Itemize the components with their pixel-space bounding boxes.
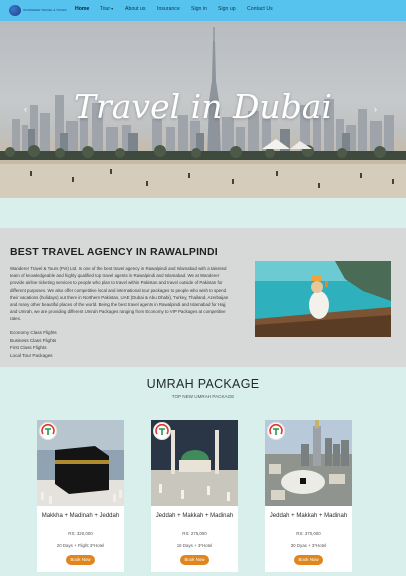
- package-duration: 20 Days + Flight 3*Hotel: [56, 543, 105, 548]
- hero-carousel: Travel in Dubai ‹ ›: [0, 21, 406, 198]
- brand-badge-icon: [153, 422, 171, 440]
- nav-tour-dropdown[interactable]: Tour▾: [100, 6, 113, 12]
- brand-logo[interactable]: WANDERER TRAVEL & TOURS: [9, 5, 67, 16]
- book-now-button[interactable]: Book Now: [294, 555, 323, 565]
- boat-traveler-photo: [255, 261, 391, 337]
- book-now-button[interactable]: Book Now: [66, 555, 95, 565]
- nav-tour-label: Tour: [100, 6, 111, 12]
- nav-about-link[interactable]: About us: [125, 6, 145, 12]
- list-item: First Class Flights: [10, 345, 47, 351]
- nav-contact-link[interactable]: Contact Us: [247, 6, 273, 12]
- flight-class-list: Economy Class Flights Business Class Fli…: [10, 329, 57, 359]
- package-card: Makkha + Madinah + Jeddah RS: 320,000 20…: [37, 420, 124, 572]
- nav-insurance-link[interactable]: Insurance: [157, 6, 180, 12]
- brand-logo-text: WANDERER TRAVEL & TOURS: [23, 8, 67, 12]
- brand-badge-icon: [39, 422, 57, 440]
- package-duration: 30 Dyas + 3*Hotel: [290, 543, 327, 548]
- umrah-section-title: UMRAH PACKAGE: [146, 377, 260, 391]
- package-card: Jeddah + Makkah + Madinah RS: 370,000 30…: [265, 420, 352, 572]
- package-price: RS: 370,000: [296, 531, 321, 536]
- nav-signin-link[interactable]: Sign in: [191, 6, 207, 12]
- globe-icon: [9, 5, 21, 16]
- nav-signup-link[interactable]: Sign up: [218, 6, 236, 12]
- package-name: Jeddah + Makkah + Madinah: [155, 513, 234, 519]
- book-now-button[interactable]: Book Now: [180, 555, 209, 565]
- brand-badge-icon: [267, 422, 285, 440]
- agency-description: Wanderer Travel & Tours (Pvt) Ltd. Is on…: [10, 266, 229, 322]
- hero-title: Travel in Dubai: [73, 87, 333, 126]
- package-name: Makkha + Madinah + Jeddah: [41, 513, 120, 519]
- package-card: Jeddah + Makkah + Madinah RS: 275,000 15…: [151, 420, 238, 572]
- top-navbar: WANDERER TRAVEL & TOURS Home Tour▾ About…: [0, 0, 406, 21]
- list-item: Business Class Flights: [10, 337, 57, 343]
- list-item: Economy Class Flights: [10, 330, 57, 335]
- package-price: RS: 275,000: [182, 531, 207, 536]
- package-price: RS: 320,000: [68, 531, 93, 536]
- package-duration: 15 Days + 3*Hotel: [176, 543, 213, 548]
- agency-heading: BEST TRAVEL AGENCY IN RAWALPINDI: [10, 246, 218, 258]
- about-agency-section: BEST TRAVEL AGENCY IN RAWALPINDI Wandere…: [0, 228, 406, 367]
- caret-down-icon: ▾: [111, 6, 114, 11]
- chevron-left-icon[interactable]: ‹: [24, 104, 27, 114]
- chevron-right-icon[interactable]: ›: [374, 104, 377, 114]
- nav-home-link[interactable]: Home: [75, 6, 89, 12]
- umrah-section-subtitle: TOP NEW UMRAH PACKAGE: [171, 394, 235, 399]
- list-item: Local Tour Packages: [10, 352, 53, 358]
- package-name: Jeddah + Makkah + Madinah: [269, 513, 348, 519]
